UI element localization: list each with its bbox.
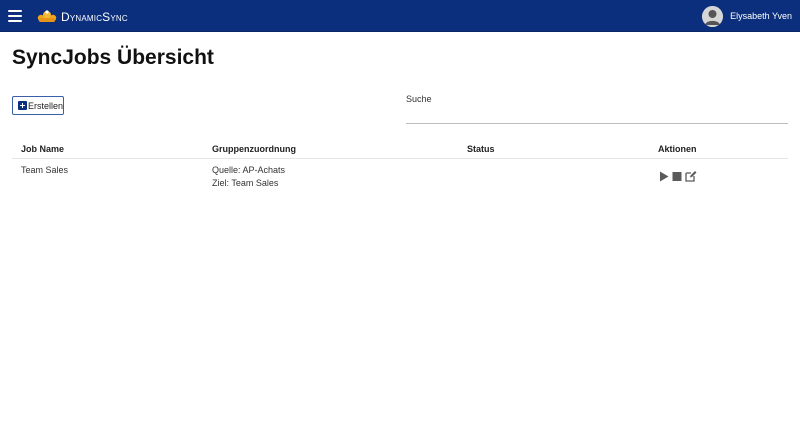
table-header: Job Name Gruppenzuordnung Status Aktione…	[12, 140, 788, 159]
app-brand[interactable]: DynamicSync	[61, 10, 128, 24]
stop-icon[interactable]	[672, 171, 682, 182]
create-button-label: Erstellen	[27, 100, 63, 111]
column-header-status: Status	[467, 144, 495, 154]
play-icon[interactable]	[659, 171, 669, 182]
avatar	[702, 5, 724, 27]
top-navbar: DynamicSync Elysabeth Yven	[0, 0, 800, 32]
sync-logo-icon	[37, 10, 57, 22]
column-header-job-name: Job Name	[21, 144, 65, 154]
job-name-cell: Team Sales	[21, 165, 69, 175]
user-avatar-icon	[702, 5, 724, 27]
column-header-gruppenzuordnung: Gruppenzuordnung	[212, 144, 296, 154]
column-header-aktionen: Aktionen	[658, 144, 697, 154]
table-row: Team Sales Quelle: AP-Achats Ziel: Team …	[12, 159, 788, 197]
plus-square-icon	[18, 101, 27, 110]
hamburger-menu-icon[interactable]	[8, 10, 22, 22]
group-source: Quelle: AP-Achats	[212, 165, 286, 175]
edit-icon[interactable]	[685, 170, 697, 182]
user-name: Elysabeth Yven	[730, 11, 792, 21]
search-input[interactable]	[406, 106, 788, 124]
row-actions	[659, 170, 697, 182]
syncjobs-table: Job Name Gruppenzuordnung Status Aktione…	[12, 140, 788, 197]
search-label: Suche	[406, 94, 432, 104]
group-target: Ziel: Team Sales	[212, 178, 279, 188]
page-title: SyncJobs Übersicht	[12, 46, 214, 69]
create-button[interactable]: Erstellen	[12, 96, 64, 115]
user-menu[interactable]: Elysabeth Yven	[702, 5, 792, 27]
